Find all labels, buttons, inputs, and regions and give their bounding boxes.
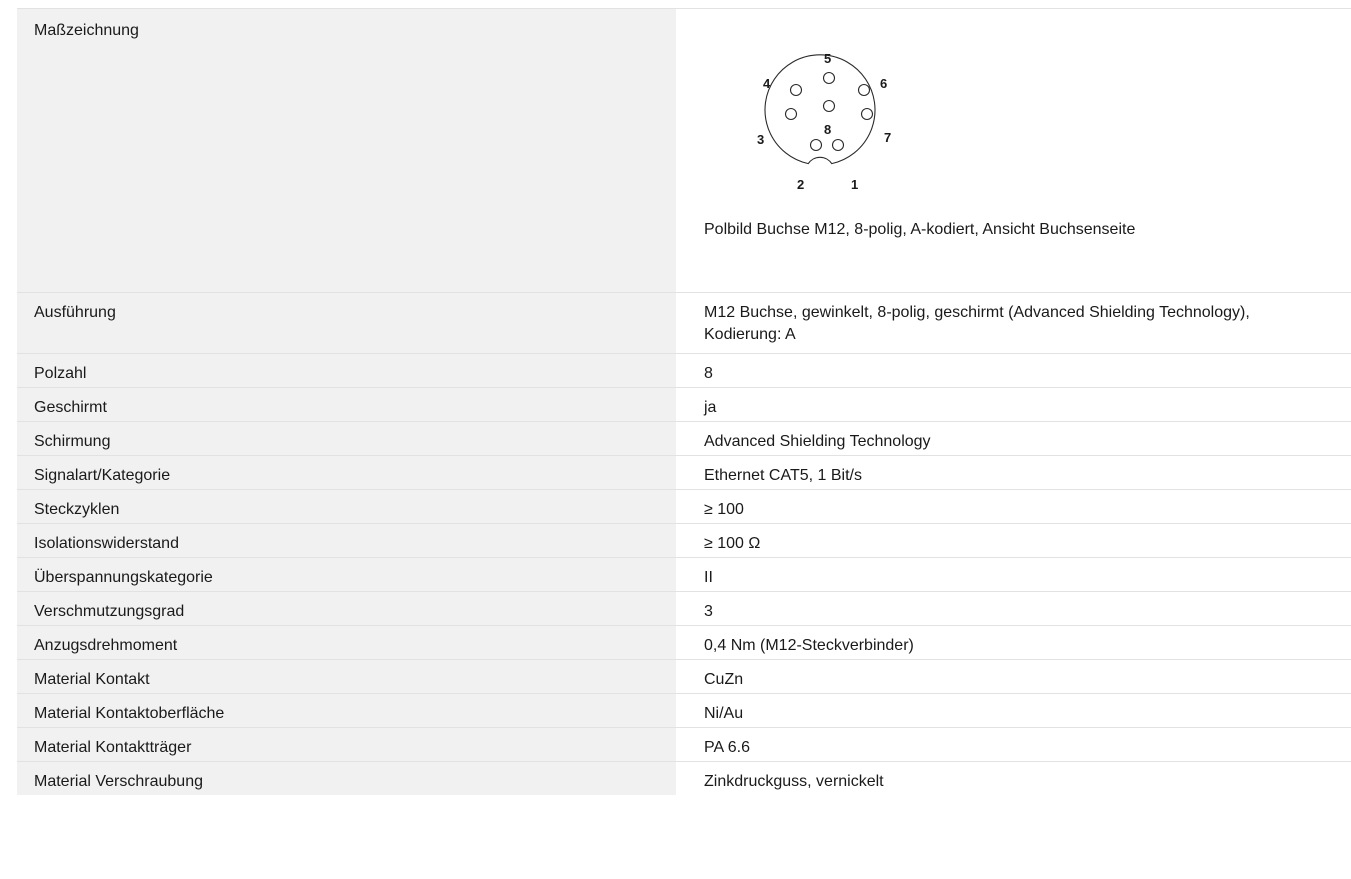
spec-row: Verschmutzungsgrad 3 bbox=[17, 592, 1351, 626]
pin-2 bbox=[809, 138, 823, 152]
spec-label: Anzugsdrehmoment bbox=[17, 626, 676, 659]
spec-value: ≥ 100 Ω bbox=[704, 535, 761, 552]
spec-label: Steckzyklen bbox=[17, 490, 676, 523]
spec-row: Signalart/Kategorie Ethernet CAT5, 1 Bit… bbox=[17, 456, 1351, 490]
spec-label: Überspannungskategorie bbox=[17, 558, 676, 591]
spec-label: Geschirmt bbox=[17, 388, 676, 421]
spec-row: Schirmung Advanced Shielding Technology bbox=[17, 422, 1351, 456]
spec-value: M12 Buchse, gewinkelt, 8-polig, geschirm… bbox=[704, 304, 1250, 343]
spec-value-drawing: 1 2 3 4 5 6 7 8 Polbild Buchse M12, 8-po… bbox=[676, 9, 1351, 292]
pin-1 bbox=[831, 138, 845, 152]
pin-3 bbox=[784, 107, 798, 121]
spec-label: Signalart/Kategorie bbox=[17, 456, 676, 489]
pin-number-7: 7 bbox=[884, 130, 891, 145]
pin-number-3: 3 bbox=[757, 132, 764, 147]
spec-row: Überspannungskategorie II bbox=[17, 558, 1351, 592]
drawing-caption: Polbild Buchse M12, 8-polig, A-kodiert, … bbox=[704, 221, 1136, 238]
spec-value: CuZn bbox=[704, 671, 744, 688]
spec-row: Ausführung M12 Buchse, gewinkelt, 8-poli… bbox=[17, 293, 1351, 354]
spec-row: Polzahl 8 bbox=[17, 354, 1351, 388]
spec-row: Anzugsdrehmoment 0,4 Nm (M12-Steckverbin… bbox=[17, 626, 1351, 660]
spec-table: Maßzeichnung 1 2 3 4 5 6 7 8 Polbild Buc… bbox=[17, 8, 1351, 795]
spec-row: Material Kontaktoberfläche Ni/Au bbox=[17, 694, 1351, 728]
spec-value: Ethernet CAT5, 1 Bit/s bbox=[704, 467, 862, 484]
spec-label: Isolationswiderstand bbox=[17, 524, 676, 557]
spec-label: Ausführung bbox=[17, 293, 676, 353]
pin-7 bbox=[860, 107, 874, 121]
spec-value: 3 bbox=[704, 603, 713, 620]
spec-value: Ni/Au bbox=[704, 705, 744, 722]
pin-number-5: 5 bbox=[824, 51, 831, 66]
spec-label: Schirmung bbox=[17, 422, 676, 455]
connector-outline bbox=[764, 54, 876, 165]
pin-number-8: 8 bbox=[824, 122, 831, 137]
pin-6 bbox=[857, 83, 871, 97]
spec-value: Advanced Shielding Technology bbox=[704, 433, 931, 450]
pin-number-2: 2 bbox=[797, 177, 804, 192]
pin-number-4: 4 bbox=[763, 76, 771, 91]
spec-label: Material Kontakt bbox=[17, 660, 676, 693]
spec-row: Steckzyklen ≥ 100 bbox=[17, 490, 1351, 524]
pin-number-6: 6 bbox=[880, 76, 887, 91]
spec-label: Polzahl bbox=[17, 354, 676, 387]
spec-label: Material Kontaktoberfläche bbox=[17, 694, 676, 727]
spec-row: Material Verschraubung Zinkdruckguss, ve… bbox=[17, 762, 1351, 795]
spec-label: Maßzeichnung bbox=[17, 9, 676, 292]
spec-value: PA 6.6 bbox=[704, 739, 750, 756]
pin-8 bbox=[822, 99, 836, 113]
spec-value: II bbox=[704, 569, 713, 586]
spec-value: 0,4 Nm (M12-Steckverbinder) bbox=[704, 637, 914, 654]
pin-number-1: 1 bbox=[851, 177, 858, 192]
pin-5 bbox=[822, 71, 836, 85]
spec-value: 8 bbox=[704, 365, 713, 382]
pin-4 bbox=[789, 83, 803, 97]
pin-layout-diagram: 1 2 3 4 5 6 7 8 bbox=[757, 51, 891, 192]
spec-row: Isolationswiderstand ≥ 100 Ω bbox=[17, 524, 1351, 558]
spec-value: Zinkdruckguss, vernickelt bbox=[704, 773, 884, 790]
spec-label: Material Kontaktträger bbox=[17, 728, 676, 761]
spec-row: Geschirmt ja bbox=[17, 388, 1351, 422]
spec-label: Material Verschraubung bbox=[17, 762, 676, 795]
spec-row: Material Kontakt CuZn bbox=[17, 660, 1351, 694]
spec-value: ja bbox=[704, 399, 717, 416]
spec-row: Material Kontaktträger PA 6.6 bbox=[17, 728, 1351, 762]
spec-label: Verschmutzungsgrad bbox=[17, 592, 676, 625]
spec-value: ≥ 100 bbox=[704, 501, 744, 518]
spec-row-drawing: Maßzeichnung 1 2 3 4 5 6 7 8 Polbild Buc… bbox=[17, 9, 1351, 293]
